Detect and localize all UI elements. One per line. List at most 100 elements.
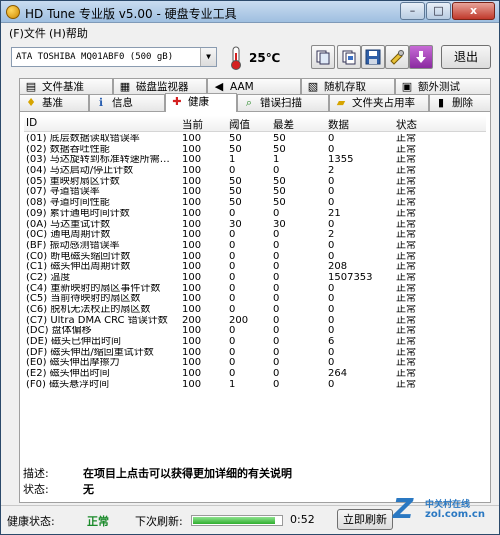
smart-threshold: 1 bbox=[229, 155, 236, 166]
tab-extra-tests[interactable]: ▣ 额外测试 bbox=[395, 78, 491, 95]
toolbar: ATA TOSHIBA MQ01ABF0 (500 gB) ▼ 25℃ 退出 bbox=[1, 41, 499, 75]
smart-current: 100 bbox=[182, 294, 202, 305]
smart-threshold: 0 bbox=[229, 262, 236, 273]
minimize-button[interactable]: – bbox=[400, 2, 425, 20]
menu-file[interactable]: (F)文件 bbox=[9, 25, 46, 41]
smart-threshold: 50 bbox=[229, 187, 242, 198]
copy-screen-button[interactable] bbox=[337, 45, 361, 69]
table-row[interactable]: (01) 底层数据读取错误率 100 50 50 0 正常 bbox=[24, 134, 486, 145]
menu-help[interactable]: (H)帮助 bbox=[49, 25, 88, 41]
header-worst[interactable]: 最差 bbox=[273, 117, 294, 132]
smart-threshold: 0 bbox=[229, 347, 236, 358]
smart-data: 6 bbox=[328, 337, 335, 348]
smart-current: 100 bbox=[182, 305, 202, 315]
smart-threshold: 0 bbox=[229, 240, 236, 251]
health-status-label: 健康状态: bbox=[7, 515, 55, 528]
table-row[interactable]: (DC) 盘体偏移 100 0 0 0 正常 bbox=[24, 326, 486, 337]
smart-table-header: ID 当前 阈值 最差 数据 状态 bbox=[24, 116, 486, 132]
table-row[interactable]: (03) 马达旋转到标准转速所需… 100 1 1 1355 正常 bbox=[24, 155, 486, 166]
smart-current: 100 bbox=[182, 262, 202, 273]
table-row[interactable]: (02) 数据吞吐性能 100 50 50 0 正常 bbox=[24, 145, 486, 156]
copy-text-button[interactable] bbox=[311, 45, 335, 69]
table-row[interactable]: (E2) 磁头伸出时间 100 0 0 264 正常 bbox=[24, 369, 486, 380]
table-row[interactable]: (C4) 重新映射的扇区事件计数 100 0 0 0 正常 bbox=[24, 284, 486, 295]
tab-erase[interactable]: ▮ 删除 bbox=[429, 94, 491, 111]
smart-threshold: 0 bbox=[229, 230, 236, 241]
table-row[interactable]: (DF) 磁头伸出/缩回重试计数 100 0 0 0 正常 bbox=[24, 348, 486, 359]
smart-data: 1507353 bbox=[328, 272, 373, 283]
save-button[interactable] bbox=[361, 45, 385, 69]
options-icon bbox=[390, 50, 404, 65]
smart-current: 100 bbox=[182, 134, 202, 144]
table-row[interactable]: (C6) 脱机无法校正的扇区数 100 0 0 0 正常 bbox=[24, 305, 486, 316]
smart-attr-name: (C6) 脱机无法校正的扇区数 bbox=[26, 305, 151, 315]
smart-threshold: 0 bbox=[229, 369, 236, 380]
smart-worst: 0 bbox=[273, 347, 280, 358]
tab-info[interactable]: ℹ 信息 bbox=[89, 94, 165, 111]
tab-health[interactable]: ✚ 健康 bbox=[165, 93, 237, 112]
table-row[interactable]: (C0) 断电磁头缩回计数 100 0 0 0 正常 bbox=[24, 252, 486, 263]
smart-attr-name: (DC) 盘体偏移 bbox=[26, 326, 92, 337]
tab-benchmark[interactable]: ♦ 基准 bbox=[19, 94, 89, 111]
table-row[interactable]: (C2) 温度 100 0 0 1507353 正常 bbox=[24, 273, 486, 284]
smart-attr-name: (03) 马达旋转到标准转速所需… bbox=[26, 155, 170, 166]
smart-threshold: 200 bbox=[229, 315, 249, 326]
close-button[interactable]: x bbox=[452, 2, 495, 20]
table-row[interactable]: (09) 累计通电时间计数 100 0 0 21 正常 bbox=[24, 209, 486, 220]
exit-button[interactable]: 退出 bbox=[441, 45, 491, 69]
maximize-button[interactable]: □ bbox=[426, 2, 451, 20]
table-row[interactable]: (05) 重映射扇区计数 100 50 50 0 正常 bbox=[24, 177, 486, 188]
tab-folder-usage[interactable]: ▰ 文件夹占用率 bbox=[329, 94, 429, 111]
table-row[interactable]: (04) 马达启动/停止计数 100 0 0 2 正常 bbox=[24, 166, 486, 177]
table-row[interactable]: (C5) 当前待映射的扇区数 100 0 0 0 正常 bbox=[24, 294, 486, 305]
header-id[interactable]: ID bbox=[26, 117, 37, 129]
header-threshold[interactable]: 阈值 bbox=[229, 117, 250, 132]
tab-random-access[interactable]: ▧ 随机存取 bbox=[301, 78, 395, 95]
tab-error-scan[interactable]: ⌕ 错误扫描 bbox=[237, 94, 329, 111]
smart-threshold: 1 bbox=[229, 379, 236, 390]
table-row[interactable]: (C7) Ultra DMA CRC 错误计数 200 200 0 0 正常 bbox=[24, 316, 486, 327]
smart-worst: 50 bbox=[273, 176, 286, 187]
table-row[interactable]: (0A) 马达重试计数 100 30 30 0 正常 bbox=[24, 220, 486, 231]
header-current[interactable]: 当前 bbox=[182, 117, 203, 132]
table-row[interactable]: (08) 寻道时间性能 100 50 50 0 正常 bbox=[24, 198, 486, 209]
download-button[interactable] bbox=[409, 45, 433, 69]
smart-status: 正常 bbox=[396, 294, 416, 305]
smart-status: 正常 bbox=[396, 283, 416, 294]
random-access-icon: ▧ bbox=[307, 80, 319, 93]
smart-status: 正常 bbox=[396, 251, 416, 262]
table-row[interactable]: (0C) 通电周期计数 100 0 0 2 正常 bbox=[24, 230, 486, 241]
table-row[interactable]: (F0) 磁头悬浮时间 100 1 0 0 正常 bbox=[24, 380, 486, 391]
app-icon bbox=[6, 5, 20, 19]
smart-threshold: 0 bbox=[229, 358, 236, 369]
options-button[interactable] bbox=[385, 45, 409, 69]
smart-status: 正常 bbox=[396, 262, 416, 273]
smart-data: 0 bbox=[328, 144, 335, 155]
table-row[interactable]: (BF) 振动感测错误率 100 0 0 0 正常 bbox=[24, 241, 486, 252]
extra-tests-icon: ▣ bbox=[401, 80, 413, 93]
smart-attr-name: (09) 累计通电时间计数 bbox=[26, 208, 130, 219]
health-status-value: 正常 bbox=[87, 515, 109, 528]
smart-data: 0 bbox=[328, 219, 335, 230]
header-data[interactable]: 数据 bbox=[328, 117, 349, 132]
chevron-down-icon[interactable]: ▼ bbox=[200, 48, 216, 66]
menu-bar: (F)文件 (H)帮助 bbox=[1, 23, 499, 41]
drive-select[interactable]: ATA TOSHIBA MQ01ABF0 (500 gB) ▼ bbox=[11, 47, 217, 67]
smart-status: 正常 bbox=[396, 208, 416, 219]
table-row[interactable]: (07) 寻道错误率 100 50 50 0 正常 bbox=[24, 187, 486, 198]
tab-file-benchmark[interactable]: ▤ 文件基准 bbox=[19, 78, 113, 95]
table-row[interactable]: (E0) 磁头伸出摩擦力 100 0 0 0 正常 bbox=[24, 358, 486, 369]
smart-threshold: 50 bbox=[229, 198, 242, 209]
smart-attr-name: (DE) 磁头已伸出时间 bbox=[26, 337, 121, 348]
table-row[interactable]: (C1) 磁头伸出周期计数 100 0 0 208 正常 bbox=[24, 262, 486, 273]
smart-current: 100 bbox=[182, 198, 202, 209]
smart-table-body: (01) 底层数据读取错误率 100 50 50 0 正常 (02) 数据吞吐性能 100 50… bbox=[24, 134, 486, 391]
table-row[interactable]: (DE) 磁头已伸出时间 100 0 0 6 正常 bbox=[24, 337, 486, 348]
header-status[interactable]: 状态 bbox=[396, 117, 417, 132]
title-bar[interactable]: HD Tune 专业版 v5.00 - 硬盘专业工具 – □ x bbox=[1, 1, 499, 23]
smart-attr-name: (05) 重映射扇区计数 bbox=[26, 176, 120, 187]
refresh-now-button[interactable]: 立即刷新 bbox=[337, 509, 393, 530]
smart-current: 100 bbox=[182, 358, 202, 369]
smart-status: 正常 bbox=[396, 315, 416, 326]
refresh-progress-fill bbox=[193, 517, 275, 524]
